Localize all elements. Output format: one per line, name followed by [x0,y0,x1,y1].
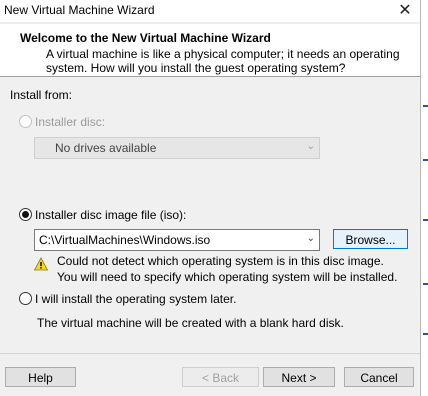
installer-disc-radio[interactable] [19,115,32,128]
header-title: Welcome to the New Virtual Machine Wizar… [20,31,271,45]
window-title: New Virtual Machine Wizard [4,3,155,17]
cancel-button[interactable]: Cancel [344,367,414,387]
install-later-note: The virtual machine will be created with… [37,316,344,330]
iso-radio[interactable] [19,208,32,221]
header-description-line: A virtual machine is like a physical com… [46,47,400,61]
footer-divider [0,353,420,354]
background-window-strip [420,0,428,396]
installer-disc-label[interactable]: Installer disc: [35,115,105,129]
chevron-down-icon[interactable]: ⌄ [307,233,315,244]
install-later-radio[interactable] [19,292,32,305]
header-description-line: system. How will you install the guest o… [46,61,346,75]
wizard-header: Welcome to the New Virtual Machine Wizar… [0,24,420,77]
header-description: A virtual machine is like a physical com… [46,47,400,75]
iso-path-field[interactable]: C:\VirtualMachines\Windows.iso ⌄ [34,229,320,251]
warning-icon [34,257,48,271]
title-bar[interactable]: New Virtual Machine Wizard ✕ [0,0,420,22]
close-icon[interactable]: ✕ [394,0,416,22]
background-mark [423,283,428,285]
iso-path-value: C:\VirtualMachines\Windows.iso [39,233,211,247]
install-later-label[interactable]: I will install the operating system late… [35,292,236,306]
back-button[interactable]: < Back [182,367,259,387]
warning-line: Could not detect which operating system … [57,254,384,268]
background-mark [423,333,428,335]
next-button[interactable]: Next > [263,367,335,387]
install-from-label: Install from: [10,88,73,102]
chevron-down-icon: ⌄ [306,141,315,152]
iso-option-label[interactable]: Installer disc image file (iso): [35,208,186,222]
wizard-dialog: New Virtual Machine Wizard ✕ Welcome to … [0,0,421,396]
iso-warning-message: Could not detect which operating system … [57,253,397,285]
drive-select[interactable]: No drives available ⌄ [34,137,320,159]
background-mark [423,159,428,161]
drive-select-value: No drives available [55,141,157,155]
browse-button[interactable]: Browse... [333,229,408,249]
radio-selected-dot [22,211,29,218]
warning-line: You will need to specify which operating… [57,270,398,284]
help-button[interactable]: Help [5,367,76,387]
background-mark [423,105,428,107]
background-mark [423,219,428,221]
